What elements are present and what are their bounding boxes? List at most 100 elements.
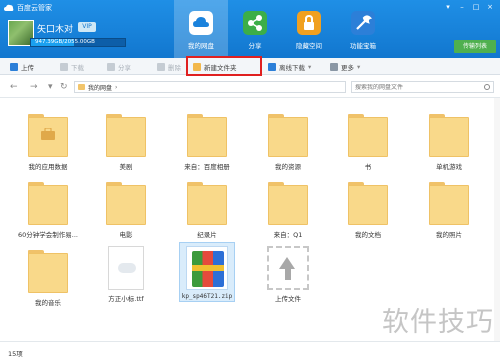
folder-icon xyxy=(28,182,68,226)
user-name[interactable]: 矢口木对 xyxy=(37,22,73,35)
tab-share[interactable]: 分享 xyxy=(228,0,282,58)
list-item[interactable]: 我的照片 xyxy=(409,182,489,242)
scrollbar[interactable] xyxy=(494,98,500,341)
tab-toolbox-label: 功能宝箱 xyxy=(350,42,376,50)
upload-button[interactable]: 上传 xyxy=(10,58,34,75)
file-name: 我的应用数据 xyxy=(28,163,68,171)
offline-download-label: 离线下载 xyxy=(279,63,305,72)
search-icon[interactable] xyxy=(484,84,490,90)
download-label: 下载 xyxy=(71,63,84,72)
transfer-list-button[interactable]: 传输列表 xyxy=(454,40,496,53)
download-button[interactable]: 下载 xyxy=(60,58,84,75)
list-item-selected[interactable]: kp_sp46T21.zip xyxy=(167,242,247,306)
chevron-down-icon: ▾ xyxy=(308,62,312,71)
window-controls: ▾ – □ × xyxy=(442,2,496,12)
share-small-icon xyxy=(107,62,115,71)
list-item[interactable]: 电影 xyxy=(86,182,166,242)
drive-folder-icon xyxy=(78,84,85,90)
share-label: 分享 xyxy=(118,63,131,72)
tab-my-drive[interactable]: 我的网盘 xyxy=(174,0,228,58)
list-item[interactable]: 我的资源 xyxy=(248,114,328,174)
folder-icon xyxy=(268,114,308,158)
more-label: 更多 xyxy=(341,63,354,72)
file-name: 书 xyxy=(364,163,372,171)
dropdown-history-icon[interactable]: ▾ xyxy=(48,82,53,92)
app-data-icon xyxy=(41,128,55,140)
file-name: kp_sp46T21.zip xyxy=(181,293,233,300)
font-file-icon xyxy=(108,246,144,290)
app-header: 百度云管家 ▾ – □ × 矢口木对 VIP 947.39GB/2055.00G… xyxy=(0,0,500,58)
file-name: 我的资源 xyxy=(275,163,301,171)
baidu-cloud-logo-icon xyxy=(4,4,14,11)
main-nav-tabs: 我的网盘 分享 隐藏空间 功能宝箱 xyxy=(174,0,390,58)
list-item[interactable]: 美剧 xyxy=(86,114,166,174)
folder-icon xyxy=(28,250,68,294)
list-item[interactable]: 来自：百度相册 xyxy=(167,114,247,174)
trash-icon xyxy=(157,62,165,71)
item-count: 15项 xyxy=(8,350,23,358)
folder-icon xyxy=(106,114,146,158)
list-item[interactable]: 方正小标.ttf xyxy=(86,246,166,306)
list-item[interactable]: 书 xyxy=(328,114,408,174)
folder-icon xyxy=(187,114,227,158)
file-name: 我的文档 xyxy=(355,231,381,239)
vip-badge[interactable]: VIP xyxy=(78,22,96,32)
file-name: 电影 xyxy=(119,231,133,239)
upload-file-tile[interactable]: 上传文件 xyxy=(248,246,328,306)
new-folder-highlight-box xyxy=(186,56,262,76)
maximize-icon[interactable]: □ xyxy=(470,2,482,12)
upload-icon xyxy=(10,62,18,71)
file-name: 来自：百度相册 xyxy=(184,163,230,171)
file-name: 我的照片 xyxy=(436,231,462,239)
forward-arrow-icon[interactable]: → xyxy=(30,82,38,92)
breadcrumb[interactable]: 我的网盘 › xyxy=(74,81,346,93)
file-name: 上传文件 xyxy=(275,295,301,303)
search-input[interactable] xyxy=(355,83,475,91)
delete-button[interactable]: 删除 xyxy=(157,58,181,75)
folder-icon xyxy=(187,182,227,226)
lock-icon xyxy=(297,11,321,35)
tab-my-drive-label: 我的网盘 xyxy=(188,42,214,50)
upload-label: 上传 xyxy=(21,63,34,72)
list-item[interactable]: 来自：Q1 xyxy=(248,182,328,242)
folder-icon xyxy=(348,182,388,226)
folder-icon xyxy=(429,182,469,226)
list-item[interactable]: 我的音乐 xyxy=(8,250,88,310)
breadcrumb-item[interactable]: 我的网盘 xyxy=(88,83,112,92)
file-name: 方正小标.ttf xyxy=(108,295,144,303)
list-item[interactable]: 纪录片 xyxy=(167,182,247,242)
list-item[interactable]: 我的文档 xyxy=(328,182,408,242)
more-button[interactable]: 更多 ▾ xyxy=(330,58,360,75)
file-name: 来自：Q1 xyxy=(273,231,303,239)
list-item[interactable]: 60分钟学会制作易... xyxy=(8,182,88,242)
tools-icon xyxy=(351,11,375,35)
address-bar: ← → ▾ ↻ 我的网盘 › xyxy=(0,76,500,98)
upload-arrow-icon xyxy=(267,246,309,290)
close-icon[interactable]: × xyxy=(484,2,496,12)
offline-download-button[interactable]: 离线下载 ▾ xyxy=(268,58,311,75)
file-name: 纪录片 xyxy=(197,231,217,239)
folder-icon xyxy=(268,182,308,226)
refresh-icon[interactable]: ↻ xyxy=(60,82,68,92)
skin-icon[interactable]: ▾ xyxy=(442,2,454,12)
tab-toolbox[interactable]: 功能宝箱 xyxy=(336,0,390,58)
app-title-bar: 百度云管家 xyxy=(4,2,52,14)
delete-label: 删除 xyxy=(168,63,181,72)
tab-hidden-space-label: 隐藏空间 xyxy=(296,42,322,50)
offline-download-icon xyxy=(268,62,276,71)
storage-quota-bar: 947.39GB/2055.00GB xyxy=(30,38,126,47)
file-name: 我的音乐 xyxy=(35,299,61,307)
minimize-icon[interactable]: – xyxy=(456,2,468,12)
storage-quota-text: 947.39GB/2055.00GB xyxy=(35,39,95,45)
list-item[interactable]: 我的应用数据 xyxy=(8,114,88,174)
status-bar: 15项 xyxy=(0,341,500,361)
share-button[interactable]: 分享 xyxy=(107,58,131,75)
list-item[interactable]: 单机游戏 xyxy=(409,114,489,174)
folder-icon xyxy=(106,182,146,226)
file-name: 60分钟学会制作易... xyxy=(18,231,78,239)
tab-hidden-space[interactable]: 隐藏空间 xyxy=(282,0,336,58)
chevron-down-icon: ▾ xyxy=(357,62,361,71)
watermark: 软件技巧 xyxy=(382,307,494,338)
back-arrow-icon[interactable]: ← xyxy=(10,82,18,92)
file-name: 单机游戏 xyxy=(436,163,462,171)
